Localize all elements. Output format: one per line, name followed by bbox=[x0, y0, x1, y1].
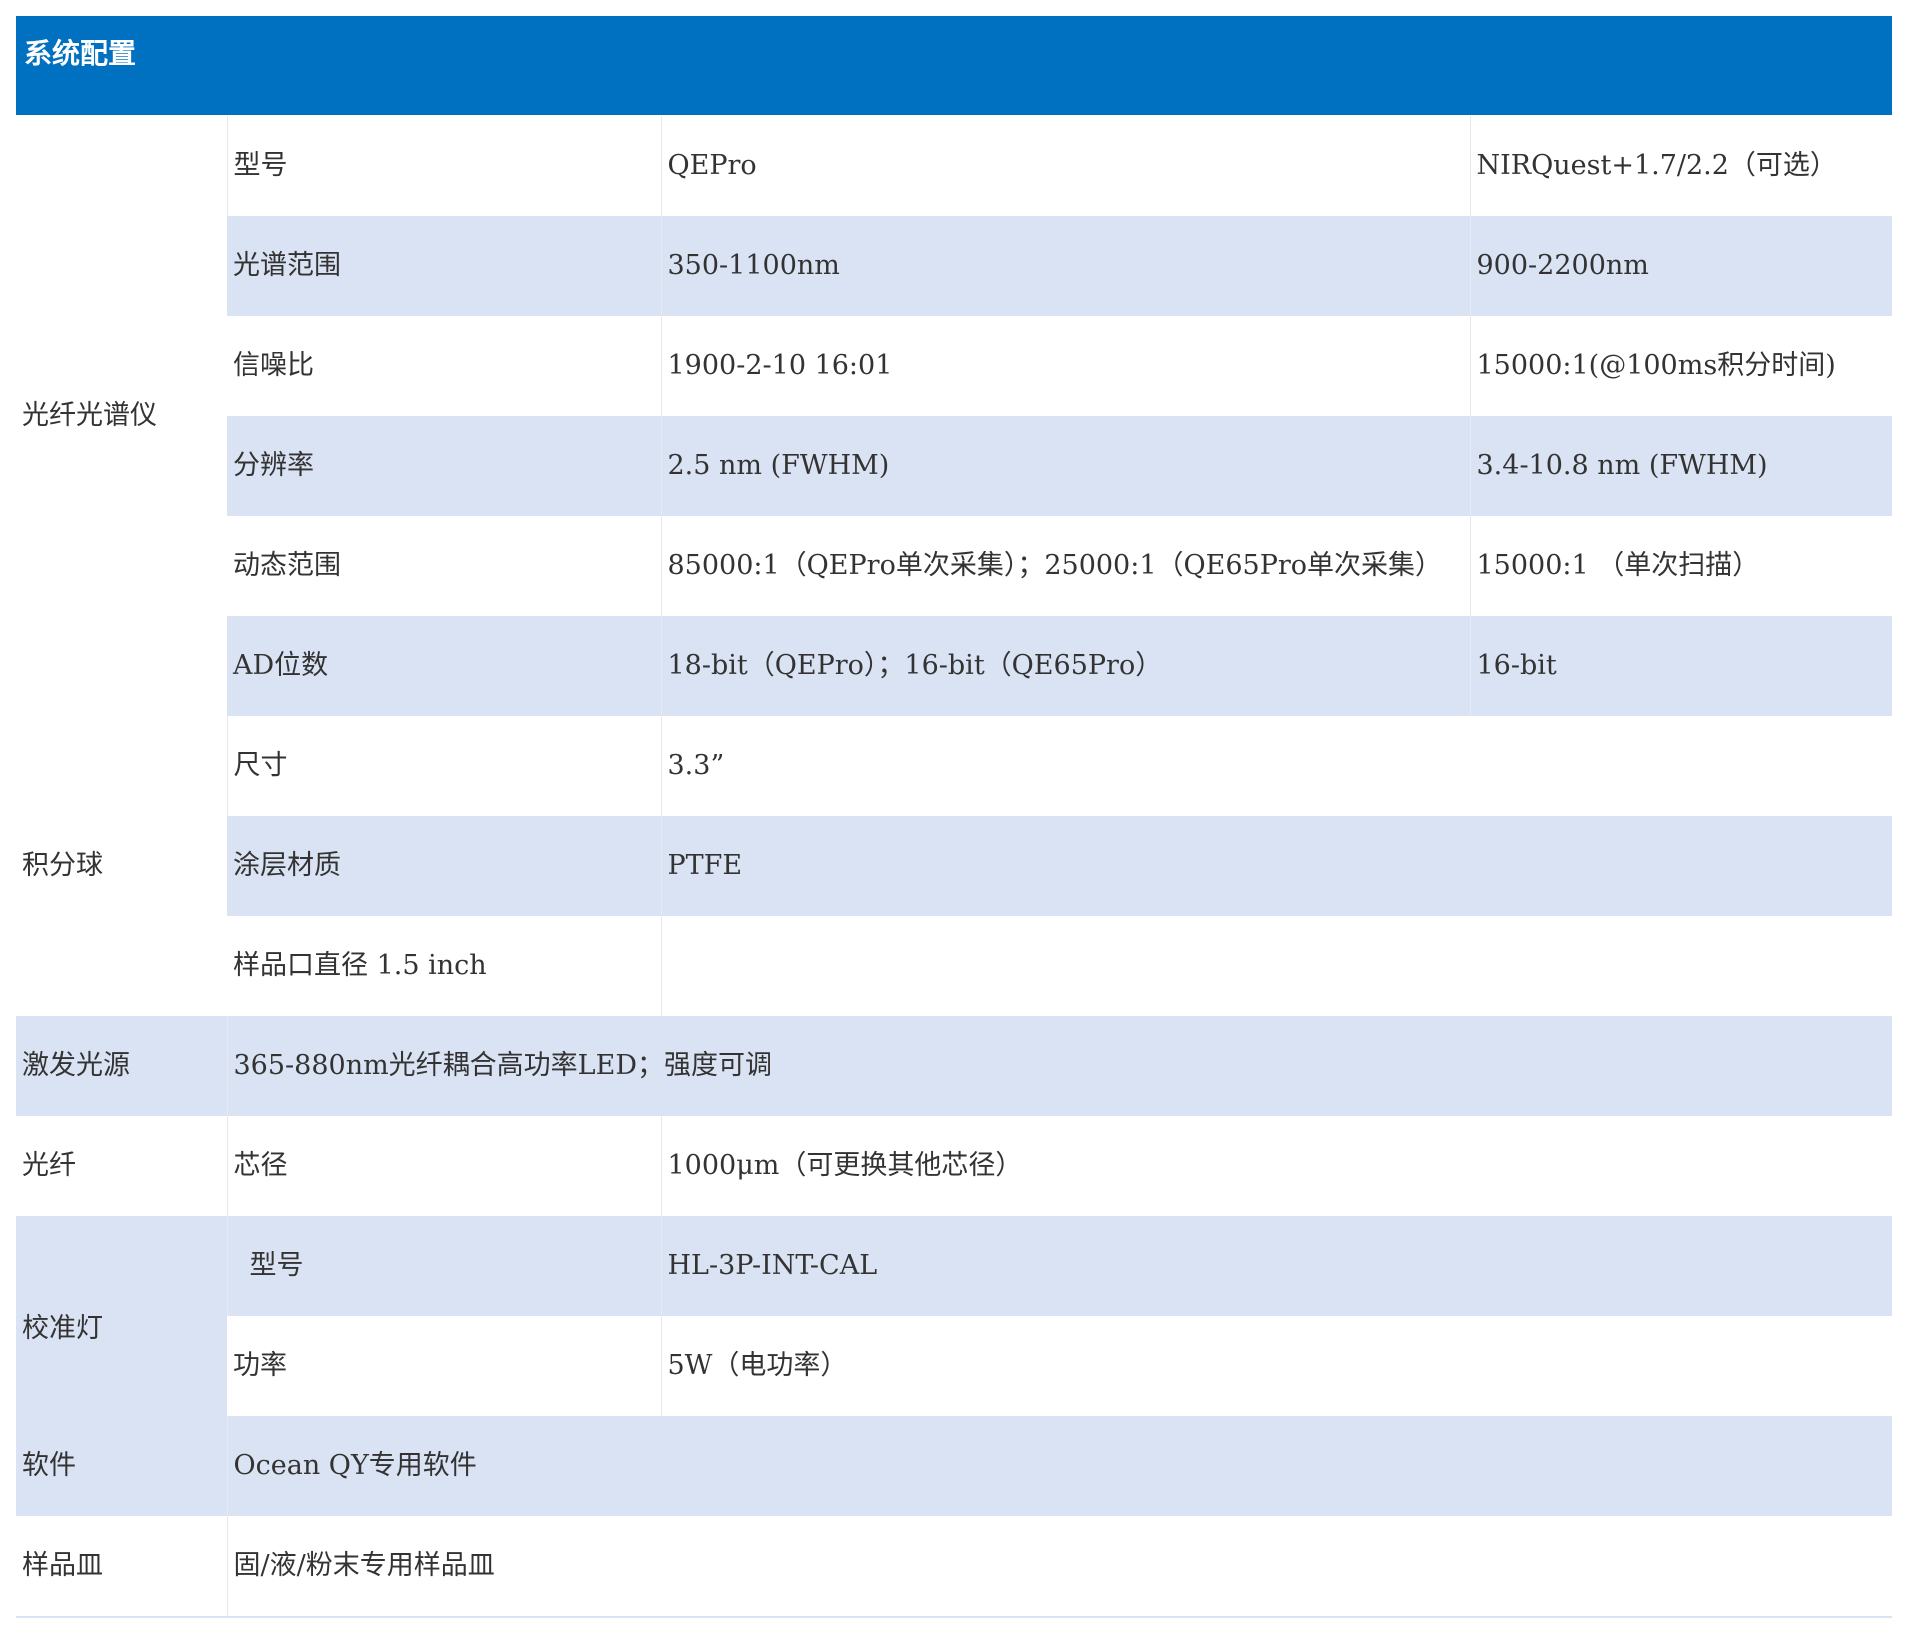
spec-label-text: 型号 bbox=[249, 1249, 304, 1281]
table-row: 软件 Ocean QY专用软件 bbox=[16, 1416, 1892, 1516]
spec-value-nirquest: 900-2200nm bbox=[1469, 216, 1892, 316]
spec-label: 型号 bbox=[226, 1216, 661, 1316]
table-row: 光纤 芯径 1000μm（可更换其他芯径） bbox=[16, 1116, 1892, 1216]
table-row: 样品口直径 1.5 inch bbox=[16, 916, 1892, 1016]
spec-value-qepro: 1900-2-10 16:01 bbox=[660, 316, 1470, 416]
table-row: 动态范围 85000:1（QEPro单次采集）；25000:1（QE65Pro单… bbox=[16, 516, 1892, 616]
table-row: AD位数 18-bit（QEPro）；16-bit（QE65Pro） 16-bi… bbox=[16, 616, 1892, 716]
table-row: 校准灯 型号 HL-3P-INT-CAL bbox=[16, 1216, 1892, 1416]
table-row: 样品皿 固/液/粉末专用样品皿 bbox=[16, 1516, 1892, 1616]
spec-value: 5W（电功率） bbox=[660, 1316, 1892, 1416]
spec-value: PTFE bbox=[660, 816, 1892, 916]
group-light-source: 激发光源 bbox=[16, 1016, 227, 1116]
spec-sheet: 系统配置 光纤光谱仪 型号 QEPro NIRQuest+1.7/2.2（可选）… bbox=[16, 16, 1892, 1618]
spec-value-qepro: QEPro bbox=[660, 116, 1470, 216]
spec-value-nirquest: 15000:1 （单次扫描） bbox=[1469, 516, 1892, 616]
spec-value: 365-880nm光纤耦合高功率LED；强度可调 bbox=[226, 1016, 1892, 1116]
spec-value: 固/液/粉末专用样品皿 bbox=[226, 1516, 1892, 1616]
group-spectrometer: 光纤光谱仪 bbox=[16, 116, 227, 716]
spec-value-nirquest: 16-bit bbox=[1469, 616, 1892, 716]
spec-value-nirquest: 15000:1(@100ms积分时间) bbox=[1469, 316, 1892, 416]
table-row: 光纤光谱仪 型号 QEPro NIRQuest+1.7/2.2（可选） bbox=[16, 116, 1892, 716]
group-dish: 样品皿 bbox=[16, 1516, 227, 1616]
spec-label: 样品口直径 1.5 inch bbox=[227, 916, 661, 1016]
spec-value-nirquest: 3.4-10.8 nm (FWHM) bbox=[1469, 416, 1892, 516]
spec-value: Ocean QY专用软件 bbox=[226, 1416, 1892, 1516]
spec-label: 涂层材质 bbox=[227, 816, 661, 916]
spec-value-qepro: 18-bit（QEPro）；16-bit（QE65Pro） bbox=[660, 616, 1470, 716]
spec-label: 芯径 bbox=[226, 1116, 661, 1216]
table-row: 光谱范围 350-1100nm 900-2200nm bbox=[16, 216, 1892, 316]
table-row: 功率 5W（电功率） bbox=[16, 1316, 1892, 1416]
table-row: 涂层材质 PTFE bbox=[16, 816, 1892, 916]
spec-label: 型号 bbox=[226, 116, 661, 216]
spec-value-qepro: 85000:1（QEPro单次采集）；25000:1（QE65Pro单次采集） bbox=[660, 516, 1470, 616]
spec-label: 分辨率 bbox=[227, 416, 661, 516]
spec-label: 功率 bbox=[227, 1316, 661, 1416]
spec-label: 光谱范围 bbox=[227, 216, 661, 316]
group-sphere: 积分球 bbox=[16, 716, 227, 1016]
spec-label: 动态范围 bbox=[227, 516, 661, 616]
spec-value: HL-3P-INT-CAL bbox=[660, 1216, 1892, 1316]
spec-label: 信噪比 bbox=[227, 316, 661, 416]
group-calibration: 校准灯 bbox=[16, 1216, 227, 1416]
spec-value-qepro: 2.5 nm (FWHM) bbox=[660, 416, 1470, 516]
table-title: 系统配置 bbox=[16, 16, 1892, 116]
spec-label: AD位数 bbox=[227, 616, 661, 716]
spec-value bbox=[660, 916, 1892, 1016]
spec-value-nirquest: NIRQuest+1.7/2.2（可选） bbox=[1469, 116, 1892, 216]
group-software: 软件 bbox=[16, 1416, 227, 1516]
spec-value-qepro: 350-1100nm bbox=[660, 216, 1470, 316]
table-row: 积分球 尺寸 3.3” bbox=[16, 716, 1892, 1016]
table-bottom-border bbox=[16, 1616, 1892, 1618]
table-row: 分辨率 2.5 nm (FWHM) 3.4-10.8 nm (FWHM) bbox=[16, 416, 1892, 516]
table-row: 信噪比 1900-2-10 16:01 15000:1(@100ms积分时间) bbox=[16, 316, 1892, 416]
table-row: 激发光源 365-880nm光纤耦合高功率LED；强度可调 bbox=[16, 1016, 1892, 1116]
spec-table: 光纤光谱仪 型号 QEPro NIRQuest+1.7/2.2（可选） 光谱范围… bbox=[16, 116, 1892, 1616]
spec-value: 3.3” bbox=[660, 716, 1892, 816]
group-fiber: 光纤 bbox=[16, 1116, 227, 1216]
spec-label: 尺寸 bbox=[226, 716, 661, 816]
spec-value: 1000μm（可更换其他芯径） bbox=[660, 1116, 1892, 1216]
